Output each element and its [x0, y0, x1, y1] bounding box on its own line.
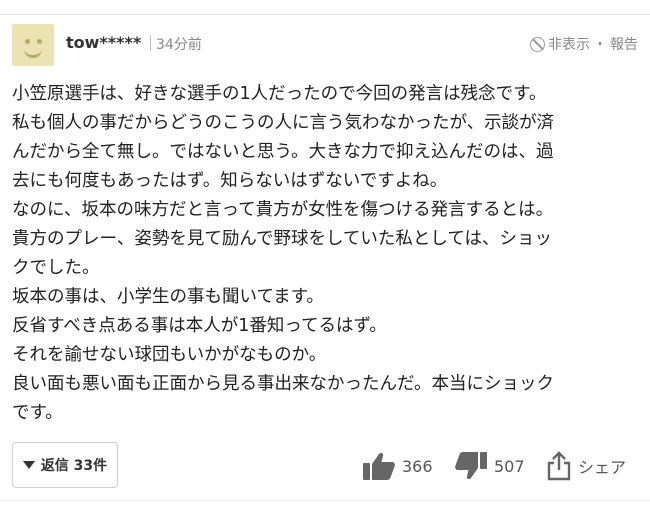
comment-line: 貴方のプレー、姿勢を見て励んで野球をしていた私としては、ショッ [12, 229, 553, 249]
reply-toggle-button[interactable]: 返信 33件 [12, 442, 118, 488]
share-button[interactable]: シェア [546, 450, 626, 482]
dislike-button[interactable]: 507 [454, 450, 525, 482]
post-time: 34分前 [156, 37, 202, 53]
comment-line: なのに、坂本の味方だと言って貴方が女性を傷つける発言するとは。 [12, 200, 554, 220]
bottom-divider [0, 500, 650, 501]
action-separator: ・ [593, 37, 607, 53]
reply-count-label: 返信 33件 [40, 458, 108, 474]
comment-line: 私も個人の事だからどうのこうの人に言う気わなかったが、示談が済 [12, 113, 555, 133]
ban-icon [530, 36, 545, 52]
dislike-count: 507 [494, 456, 525, 476]
caret-down-icon [22, 461, 35, 469]
comment-header: tow***** 34分前 非表示 ・ 報告 [12, 24, 638, 70]
top-divider [0, 14, 650, 15]
comment-body: 小笠原選手は、好きな選手の1人だったので今回の発言は残念です。 私も個人の事だか… [12, 80, 640, 428]
avatar[interactable] [12, 24, 54, 66]
report-button[interactable]: 報告 [610, 34, 638, 54]
avatar-eye-left [25, 39, 30, 44]
comment-line: です。 [12, 403, 63, 423]
share-icon [547, 451, 571, 481]
header-actions: 非表示 ・ 報告 [530, 34, 638, 54]
like-count: 366 [402, 456, 433, 476]
comment-line: 坂本の事は、小学生の事も聞いてます。 [12, 287, 324, 307]
comment-line: 反省すべき点ある事は本人が1番知ってるはず。 [12, 316, 387, 336]
comment-line: 良い面も悪い面も正面から見る事出来なかったんだ。本当にショック [12, 374, 554, 394]
like-button[interactable]: 366 [362, 450, 433, 482]
avatar-eye-right [37, 39, 42, 44]
comment-line: んだから全て無し。ではないと思う。大きな力で抑え込んだのは、過 [12, 142, 554, 162]
comment-line: 去にも何度もあったはず。知らないはずないですよね。 [12, 171, 448, 191]
comment-line: それを諭せない球団もいかがなものか。 [12, 345, 327, 365]
thumbs-up-icon [363, 452, 395, 480]
username[interactable]: tow***** [66, 33, 141, 52]
header-separator [150, 35, 151, 51]
hide-button[interactable]: 非表示 [548, 34, 590, 54]
comment-line: クでした。 [12, 258, 100, 278]
comment-line: 小笠原選手は、好きな選手の1人だったので今回の発言は残念です。 [12, 84, 547, 104]
share-label: シェア [578, 458, 627, 477]
avatar-mouth [24, 47, 42, 58]
thumbs-down-icon [455, 452, 487, 480]
